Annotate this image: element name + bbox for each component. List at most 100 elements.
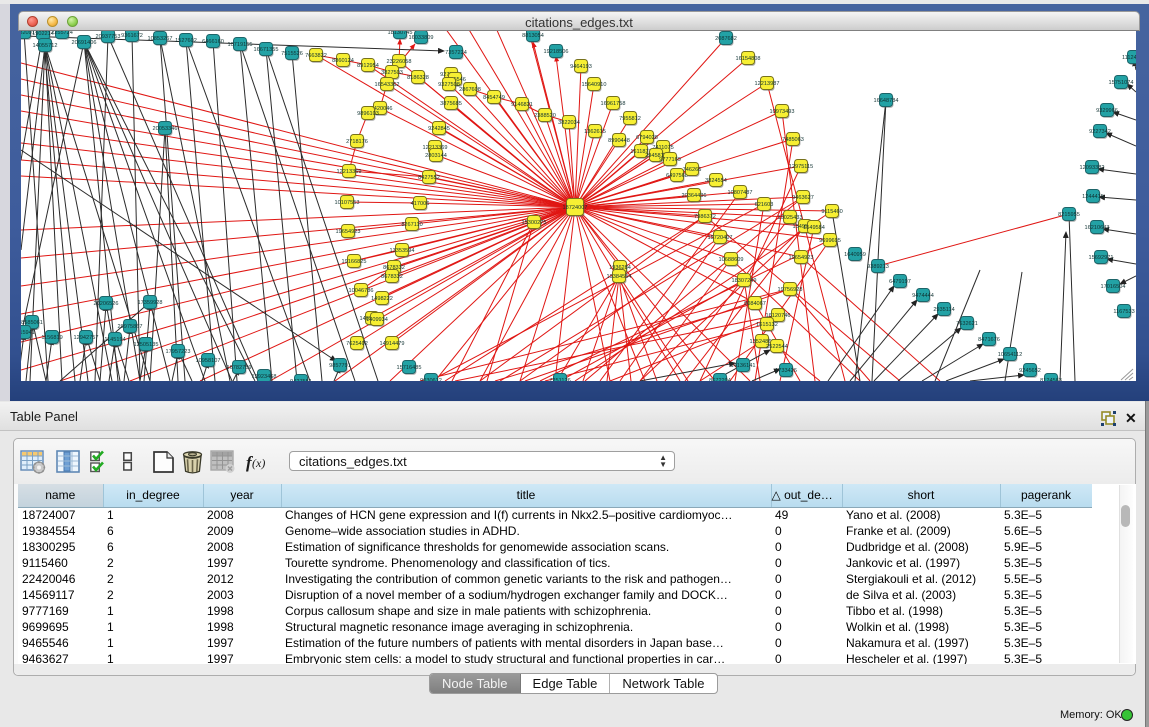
svg-text:9146821: 9146821 [511,102,533,108]
svg-text:6794028: 6794028 [636,135,658,141]
svg-text:8860124: 8860124 [332,58,354,64]
svg-text:12975115: 12975115 [789,164,813,170]
svg-text:9361672: 9361672 [121,33,143,39]
svg-text:19218506: 19218506 [544,49,569,55]
svg-text:20206526: 20206526 [94,301,119,307]
svg-text:1549584: 1549584 [803,225,825,231]
svg-text:9463627: 9463627 [792,195,814,201]
svg-text:8672204: 8672204 [709,378,731,381]
svg-text:2718176: 2718176 [346,139,368,145]
svg-text:10654112: 10654112 [998,352,1022,358]
svg-text:7485063: 7485063 [782,137,804,143]
svg-text:9464193: 9464193 [570,64,592,70]
svg-text:16671355: 16671355 [254,47,279,53]
svg-text:9857791: 9857791 [329,363,351,369]
svg-text:14055712: 14055712 [33,43,58,49]
svg-text:20364436: 20364436 [682,193,707,199]
svg-text:7986372: 7986372 [694,214,716,220]
svg-text:6497568: 6497568 [666,173,688,179]
svg-text:19756928: 19756928 [778,287,803,293]
svg-text:13353594: 13353594 [390,248,415,254]
svg-text:2255724: 2255724 [51,31,73,36]
svg-text:8471676: 8471676 [978,337,1000,343]
svg-text:18724007: 18724007 [563,205,588,211]
svg-text:1167533: 1167533 [1113,309,1134,315]
svg-text:16648784: 16648784 [874,98,899,104]
svg-text:7625402: 7625402 [346,341,368,347]
svg-text:18307249: 18307249 [732,278,757,284]
svg-text:8427552: 8427552 [418,175,440,181]
svg-text:8267110: 8267110 [401,222,422,228]
svg-text:14136141: 14136141 [731,363,756,369]
svg-text:9389213: 9389213 [867,264,889,270]
svg-text:417006: 417006 [411,201,430,207]
svg-text:1145194: 1145194 [104,337,125,343]
svg-text:29975867: 29975867 [118,324,143,330]
svg-text:12923468: 12923468 [252,374,277,380]
svg-text:15716485: 15716485 [397,365,422,371]
svg-text:7632621: 7632621 [956,321,978,327]
svg-text:621603: 621603 [755,202,774,208]
svg-text:15692971: 15692971 [1089,255,1114,261]
svg-text:20053346: 20053346 [153,126,178,132]
svg-text:9242845: 9242845 [428,126,450,132]
svg-text:8912954: 8912954 [357,63,379,69]
svg-text:1615132: 1615132 [756,322,778,328]
svg-text:16961758: 16961758 [601,101,626,107]
svg-text:10853267: 10853267 [148,36,173,42]
svg-text:9427551: 9427551 [290,379,312,381]
svg-text:9327508: 9327508 [438,82,460,88]
svg-text:746266: 746266 [683,167,702,173]
svg-text:15640910: 15640910 [582,82,607,88]
svg-text:7955812: 7955812 [619,116,641,122]
svg-text:15720407: 15720407 [708,235,733,241]
svg-text:9115460: 9115460 [821,209,842,215]
svg-text:1409934: 1409934 [366,317,388,323]
svg-text:(x): (x) [252,456,265,470]
svg-text:1640959: 1640959 [844,252,866,258]
svg-text:16210643: 16210643 [1085,225,1110,231]
svg-text:10807487: 10807487 [728,190,753,196]
svg-text:6466160: 6466160 [202,39,224,45]
svg-text:9699695: 9699695 [819,238,841,244]
svg-text:17957223: 17957223 [166,349,191,355]
svg-text:8678332: 8678332 [381,274,403,280]
svg-text:3822034: 3822034 [558,120,580,126]
svg-text:9084067: 9084067 [744,301,766,307]
svg-text:15300275: 15300275 [522,220,547,226]
svg-text:2935114: 2935114 [933,307,954,313]
svg-text:19384554: 19384554 [607,274,632,280]
svg-text:2087682: 2087682 [715,36,737,42]
svg-text:16154808: 16154808 [736,56,761,62]
svg-text:9896103: 9896103 [357,111,379,117]
svg-text:16543362: 16543362 [375,82,400,88]
svg-text:10973493: 10973493 [770,109,795,115]
svg-text:1733426: 1733426 [775,368,797,374]
svg-text:2803144: 2803144 [425,153,447,159]
svg-text:9245652: 9245652 [1019,368,1041,374]
svg-text:10688609: 10688609 [719,257,744,263]
svg-text:12213987: 12213987 [755,81,780,87]
svg-text:16782759: 16782759 [227,365,252,371]
svg-text:2388520: 2388520 [534,113,556,119]
svg-text:23226058: 23226058 [387,59,412,65]
svg-text:9030612: 9030612 [420,378,442,381]
svg-text:12213369: 12213369 [337,169,362,175]
svg-text:1244415: 1244415 [1082,194,1104,200]
svg-text:3915941: 3915941 [21,330,35,336]
svg-text:8990448: 8990448 [608,138,630,144]
svg-text:1156819: 1156819 [41,335,62,341]
svg-text:17359928: 17359928 [138,300,163,306]
svg-text:1362615: 1362615 [584,129,606,135]
svg-text:3827503: 3827503 [381,70,403,76]
svg-text:20937753: 20937753 [96,34,121,40]
svg-text:16033809: 16033809 [409,35,434,41]
svg-text:3824554: 3824554 [705,178,727,184]
svg-text:11124940: 11124940 [1122,55,1136,61]
svg-text:8813054: 8813054 [522,33,544,39]
svg-text:8454749: 8454749 [483,95,505,101]
svg-text:10719155: 10719155 [228,42,253,48]
svg-text:19654923: 19654923 [336,229,361,235]
svg-text:2522544: 2522544 [766,344,788,350]
svg-text:19166825: 19166825 [342,259,367,265]
